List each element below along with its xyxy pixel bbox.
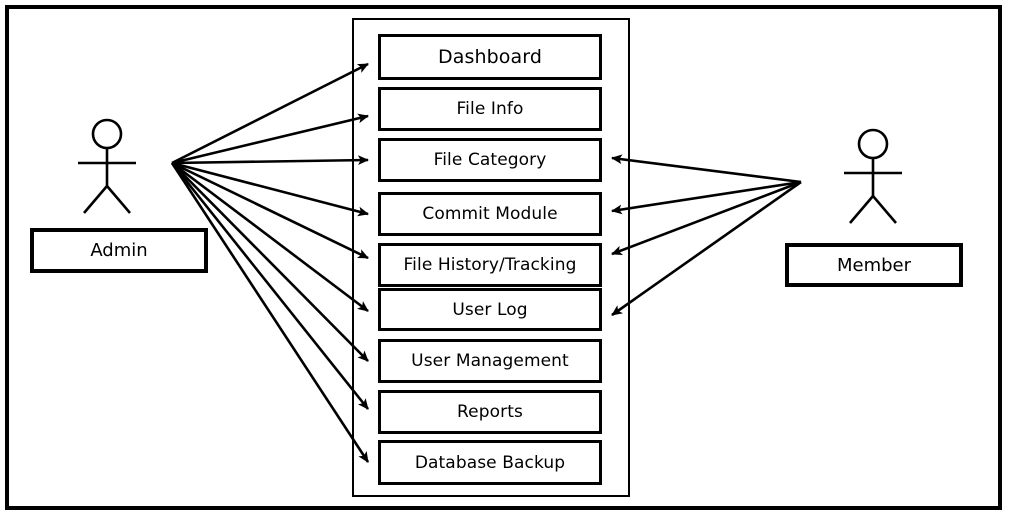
- member-actor[interactable]: [828, 128, 918, 228]
- admin-actor[interactable]: [62, 118, 152, 218]
- use-case-user-management[interactable]: User Management: [378, 339, 602, 383]
- stick-figure-icon: [78, 118, 136, 214]
- member-actor-label: Member: [785, 243, 963, 287]
- use-case-reports[interactable]: Reports: [378, 390, 602, 434]
- use-case-file-history[interactable]: File History/Tracking: [378, 243, 602, 287]
- use-case-dashboard[interactable]: Dashboard: [378, 34, 602, 80]
- use-case-diagram-canvas: Dashboard File Info File Category Commit…: [0, 0, 1009, 518]
- use-case-commit-module[interactable]: Commit Module: [378, 192, 602, 236]
- use-case-database-backup[interactable]: Database Backup: [378, 440, 602, 485]
- use-case-file-info[interactable]: File Info: [378, 87, 602, 131]
- use-case-user-log[interactable]: User Log: [378, 288, 602, 331]
- stick-figure-icon: [844, 128, 902, 224]
- admin-actor-label: Admin: [30, 228, 208, 273]
- use-case-file-category[interactable]: File Category: [378, 138, 602, 182]
